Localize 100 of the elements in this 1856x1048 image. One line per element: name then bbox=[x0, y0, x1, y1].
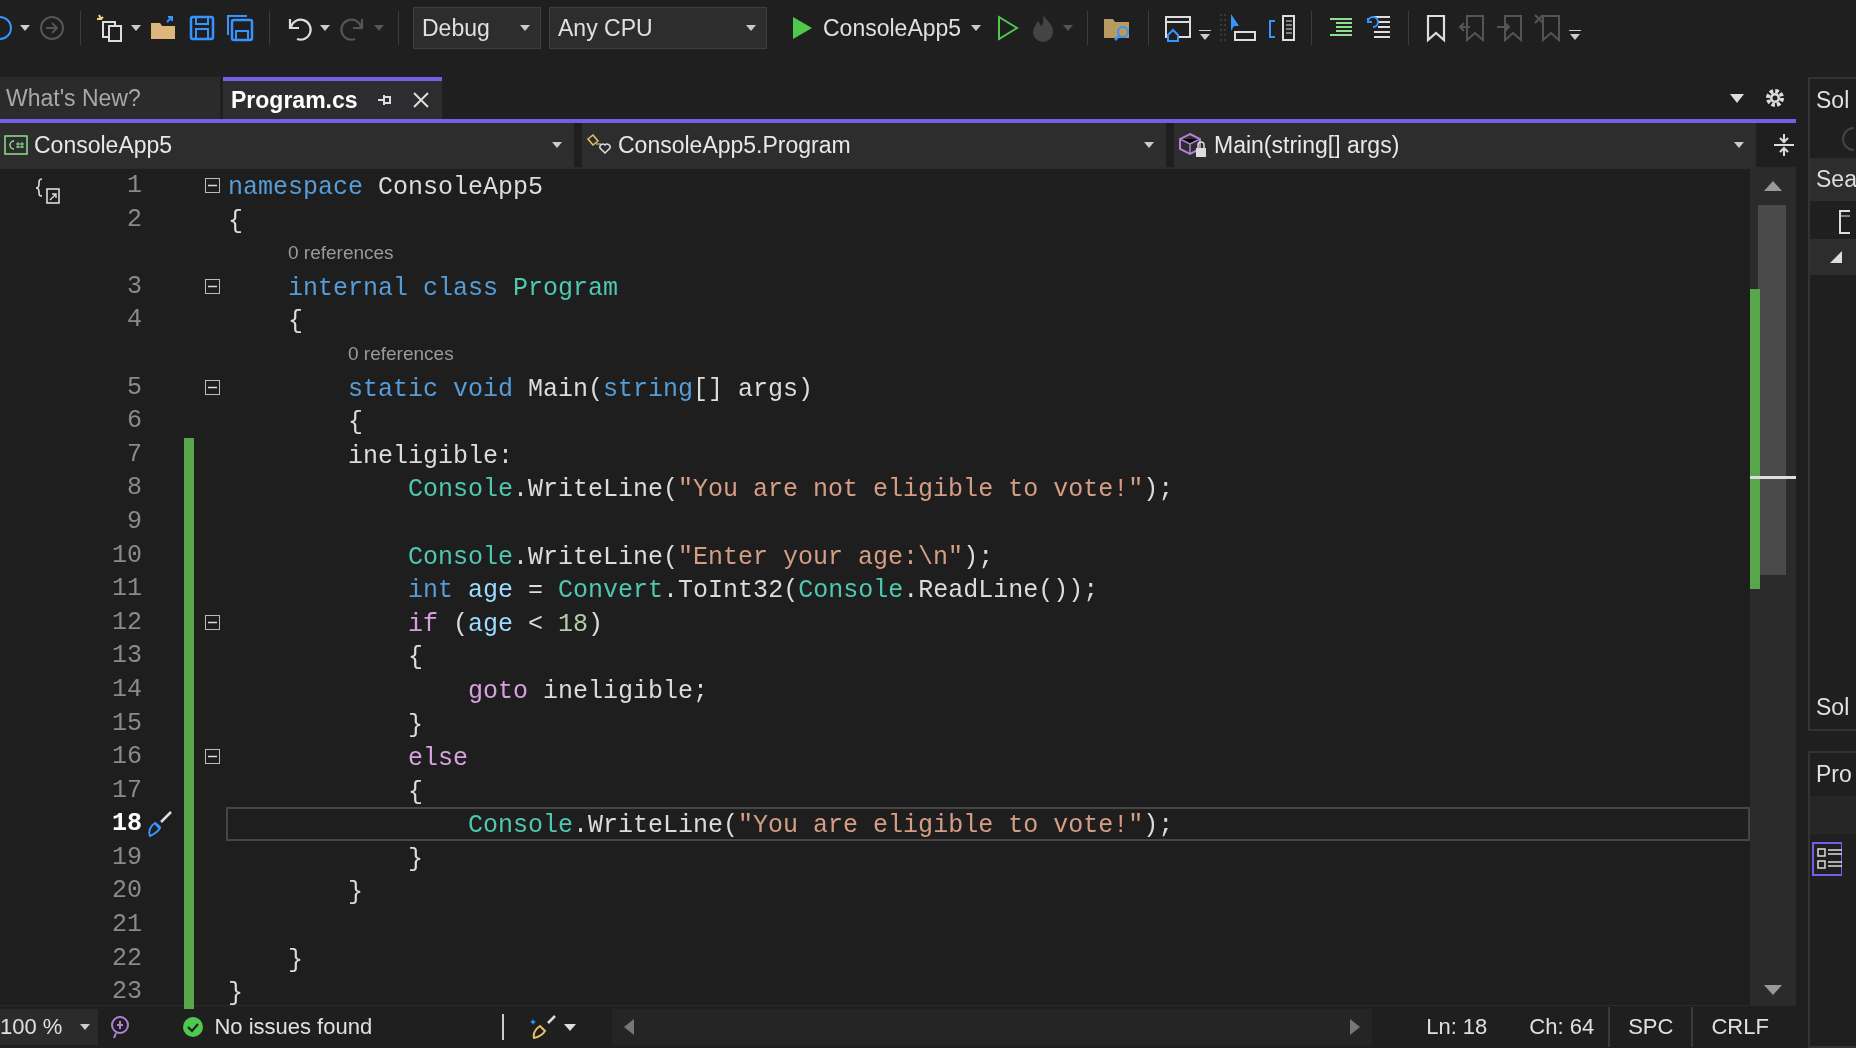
code-line: { bbox=[407, 777, 424, 807]
line-number: 1 bbox=[126, 170, 142, 202]
scroll-right-icon[interactable] bbox=[1350, 1019, 1361, 1035]
code-line: } bbox=[407, 844, 424, 874]
line-number: 6 bbox=[126, 405, 142, 438]
caret-icon bbox=[1144, 142, 1154, 148]
code-line: if (age < 18) bbox=[407, 609, 604, 639]
caret-icon bbox=[552, 142, 562, 148]
collapse-icon[interactable] bbox=[204, 279, 220, 295]
check-icon bbox=[182, 1016, 205, 1038]
line-number: 18 bbox=[111, 808, 142, 841]
line-number: 21 bbox=[111, 909, 142, 942]
collapse-icon[interactable] bbox=[204, 178, 220, 194]
column-indicator[interactable]: Ch: 64 bbox=[1515, 1014, 1609, 1040]
panel-title: Sol bbox=[1815, 86, 1851, 115]
references-codelens[interactable]: 0 references bbox=[348, 342, 454, 364]
line-ending-indicator[interactable]: CRLF bbox=[1691, 1007, 1787, 1047]
project-dropdown[interactable]: ConsoleApp5 bbox=[0, 123, 574, 167]
line-number: 14 bbox=[111, 673, 142, 706]
references-codelens[interactable]: 0 references bbox=[288, 242, 394, 264]
code-line: else bbox=[407, 744, 469, 774]
document-tab[interactable]: What's New? bbox=[0, 77, 220, 119]
method-icon bbox=[1178, 132, 1208, 158]
class-icon bbox=[586, 133, 612, 157]
caret-icon bbox=[746, 25, 756, 31]
line-number: 4 bbox=[126, 304, 142, 337]
brush-icon[interactable] bbox=[530, 1015, 559, 1039]
vertical-scrollbar[interactable] bbox=[1750, 169, 1796, 1005]
line-number: 8 bbox=[126, 472, 142, 505]
line-number: 12 bbox=[111, 606, 142, 639]
code-line: } bbox=[228, 979, 243, 1009]
whitespace-indicator[interactable]: SPC bbox=[1608, 1007, 1692, 1047]
caret-icon bbox=[80, 1024, 91, 1030]
code-line: Console.WriteLine("Enter your age:\n"); bbox=[407, 542, 994, 572]
code-line: namespace ConsoleApp5 bbox=[228, 173, 544, 202]
scroll-down-icon[interactable] bbox=[1764, 985, 1782, 995]
scroll-thumb[interactable] bbox=[1758, 205, 1786, 575]
code-line: int age = Convert.ToInt32(Console.ReadLine()); bbox=[407, 576, 1099, 606]
line-number: 11 bbox=[111, 573, 142, 606]
caret-icon[interactable] bbox=[320, 25, 330, 31]
code-line: } bbox=[287, 945, 303, 975]
caret-icon[interactable] bbox=[131, 25, 141, 31]
window-home-icon[interactable] bbox=[1163, 13, 1194, 43]
line-number: 7 bbox=[126, 438, 142, 471]
code-line: ineligible: bbox=[347, 441, 514, 471]
code-line: Console.WriteLine("You are not eligible to vote!"); bbox=[407, 475, 1174, 505]
configuration-dropdown[interactable]: Debug bbox=[413, 7, 541, 49]
scroll-up-icon[interactable] bbox=[1764, 181, 1782, 191]
issues-status[interactable]: No issues found bbox=[214, 1014, 373, 1040]
scroll-left-icon[interactable] bbox=[624, 1019, 635, 1035]
caret-icon[interactable] bbox=[564, 1023, 577, 1031]
save-icon[interactable] bbox=[187, 13, 217, 43]
platform-dropdown[interactable]: Any CPU bbox=[549, 7, 767, 49]
line-number: 20 bbox=[111, 875, 142, 908]
line-number: 9 bbox=[126, 505, 142, 538]
start-button[interactable]: ConsoleApp5 bbox=[775, 14, 988, 42]
collapse-icon[interactable] bbox=[204, 379, 220, 395]
caret-icon[interactable] bbox=[1199, 30, 1212, 40]
document-tab[interactable]: Program.cs bbox=[223, 77, 442, 119]
settings-icon[interactable] bbox=[1764, 87, 1786, 109]
code-line: { bbox=[228, 206, 243, 236]
line-number: 3 bbox=[126, 270, 142, 303]
type-dropdown[interactable]: ConsoleApp5.Program bbox=[582, 123, 1166, 167]
play-icon bbox=[791, 16, 813, 40]
code-line: } bbox=[347, 878, 364, 908]
panel-title: Sol bbox=[1815, 693, 1851, 722]
code-line: { bbox=[407, 643, 424, 673]
caret-icon[interactable] bbox=[20, 25, 30, 31]
line-number: 17 bbox=[111, 774, 142, 807]
caret-icon[interactable] bbox=[1569, 30, 1582, 40]
line-number: 23 bbox=[111, 976, 142, 1009]
line-number: 13 bbox=[111, 640, 142, 673]
save-all-icon[interactable] bbox=[225, 13, 255, 43]
split-icon[interactable] bbox=[1267, 13, 1298, 43]
code-line: { bbox=[347, 408, 364, 438]
member-dropdown[interactable]: Main(string[] args) bbox=[1174, 123, 1756, 167]
line-number: 10 bbox=[111, 539, 142, 572]
line-number: 16 bbox=[111, 741, 142, 774]
caret-marker bbox=[1750, 476, 1796, 479]
caret-icon bbox=[520, 25, 530, 31]
code-line: static void Main(string[] args) bbox=[347, 374, 814, 404]
split-editor-icon[interactable] bbox=[1772, 132, 1796, 158]
line-indicator[interactable]: Ln: 18 bbox=[1412, 1014, 1502, 1040]
code-line: internal class Program bbox=[287, 273, 619, 303]
code-line: goto ineligible; bbox=[467, 676, 709, 706]
line-number: 19 bbox=[111, 841, 142, 874]
caret-icon bbox=[971, 25, 982, 31]
collapse-icon[interactable] bbox=[204, 615, 220, 630]
horizontal-scrollbar[interactable] bbox=[612, 1009, 1373, 1045]
panel-title: Pro bbox=[1815, 760, 1853, 789]
line-number: 2 bbox=[126, 203, 142, 236]
line-number: 15 bbox=[111, 707, 142, 740]
expand-icon[interactable] bbox=[1830, 251, 1842, 263]
close-icon[interactable] bbox=[411, 91, 430, 109]
back-icon[interactable] bbox=[0, 13, 14, 43]
caret-icon[interactable] bbox=[1730, 93, 1744, 103]
categorized-icon[interactable] bbox=[1812, 842, 1842, 876]
new-item-icon[interactable] bbox=[95, 13, 125, 43]
zoom-dropdown[interactable]: 100 % bbox=[0, 1009, 99, 1045]
collapse-icon[interactable] bbox=[204, 749, 220, 765]
